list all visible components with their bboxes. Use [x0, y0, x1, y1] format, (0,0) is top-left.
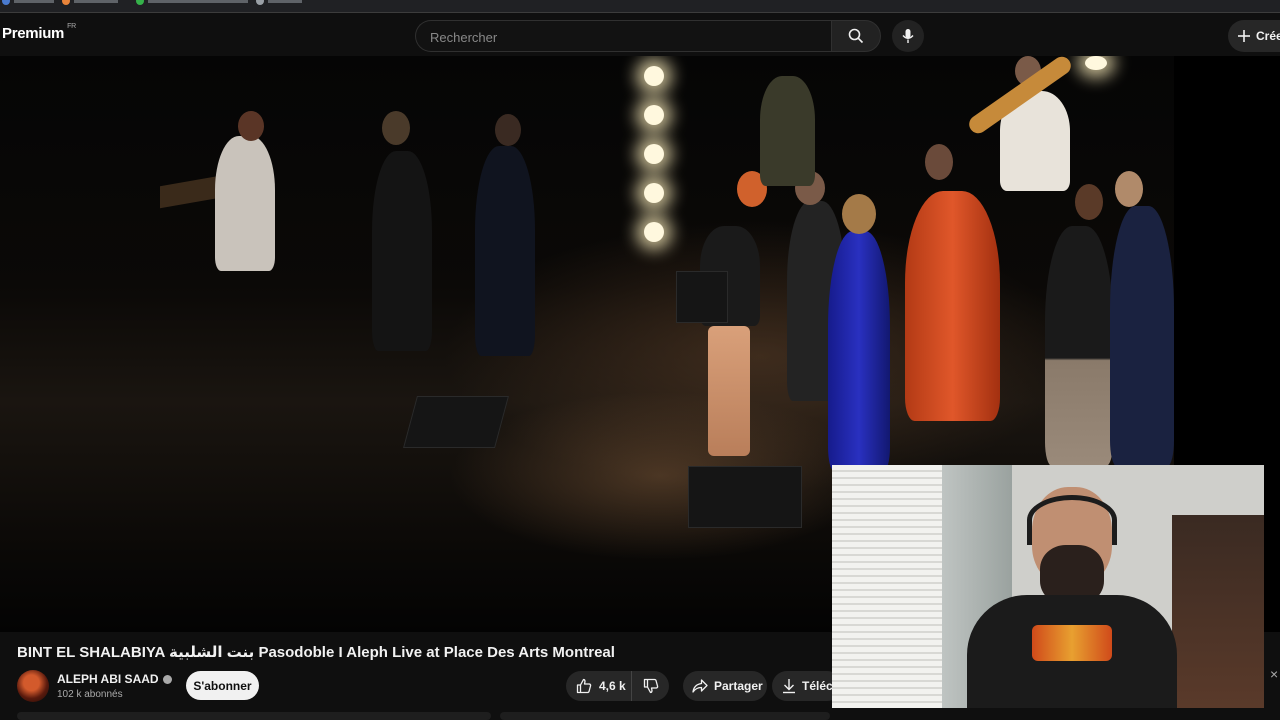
channel-name[interactable]: ALEPH ABI SAAD [57, 672, 172, 686]
voice-search-button[interactable] [892, 20, 924, 52]
stage-light [644, 183, 664, 203]
share-button[interactable]: Partager [683, 671, 767, 701]
stage-light [1085, 56, 1107, 70]
create-button[interactable]: Créer [1228, 20, 1280, 52]
performer-figure [215, 136, 275, 271]
like-count: 4,6 k [599, 679, 626, 693]
singer-legs [708, 326, 750, 456]
stage-light [644, 144, 664, 164]
stage-light [644, 105, 664, 125]
like-dislike-group: 4,6 k [566, 671, 669, 701]
subscribe-button[interactable]: S'abonner [186, 671, 259, 700]
channel-name-text: ALEPH ABI SAAD [57, 672, 159, 686]
stage-monitor-speaker [676, 271, 728, 323]
like-button[interactable]: 4,6 k [566, 671, 632, 701]
plus-icon [1238, 30, 1250, 42]
share-icon [692, 679, 708, 693]
performer-head [1115, 171, 1143, 207]
singer-head [842, 194, 876, 234]
verified-badge-icon [162, 674, 172, 684]
create-label: Créer [1256, 29, 1280, 43]
thumbs-down-icon [643, 678, 658, 694]
thumbs-up-icon [576, 678, 592, 694]
performer-figure [1110, 206, 1174, 466]
singer-figure [828, 231, 890, 471]
performer-figure [760, 76, 815, 186]
masthead: PremiumFR Créer [0, 13, 1280, 56]
channel-avatar[interactable] [17, 670, 49, 702]
country-code: FR [67, 23, 76, 30]
performer-head [382, 111, 410, 145]
keyboard-instrument [160, 175, 220, 209]
shirt-print [1032, 625, 1112, 661]
download-icon [783, 679, 795, 694]
headset [1027, 495, 1117, 545]
search-button[interactable] [831, 20, 881, 52]
share-label: Partager [714, 679, 763, 693]
performer-figure [1045, 226, 1113, 466]
search-icon [848, 28, 864, 44]
performer-figure [372, 151, 432, 351]
stage-light [644, 66, 664, 86]
bookmark-item[interactable] [136, 0, 248, 6]
performer-head [238, 111, 264, 141]
window-blinds [832, 465, 942, 708]
bookmark-item[interactable] [256, 0, 302, 6]
search-box [415, 20, 831, 53]
shelf [1172, 515, 1264, 708]
download-label: Téléc [802, 679, 833, 693]
performer-figure [475, 146, 535, 356]
bookmarks-bar [0, 0, 1280, 13]
youtube-premium-logo[interactable]: Premium FR [2, 23, 76, 42]
bookmark-item[interactable] [2, 0, 54, 6]
search-input[interactable] [428, 21, 822, 53]
stage-monitor-speaker [688, 466, 802, 528]
performer-head [925, 144, 953, 180]
video-title: BINT EL SHALABIYA بنت الشلبية Pasodoble … [17, 644, 615, 661]
performer-head [1075, 184, 1103, 220]
performer-figure [905, 191, 1000, 421]
comments-box-edge [500, 712, 830, 720]
mic-icon [902, 29, 914, 43]
stage-monitor-speaker [403, 396, 509, 448]
close-icon[interactable]: × [1270, 666, 1278, 682]
bookmark-item[interactable] [62, 0, 118, 6]
description-box-edge [17, 712, 491, 720]
webcam-overlay [832, 465, 1264, 708]
subscriber-count: 102 k abonnés [57, 689, 123, 700]
performer-head [495, 114, 521, 146]
stage-light [644, 222, 664, 242]
logo-text: Premium [2, 25, 65, 42]
dislike-button[interactable] [632, 671, 669, 701]
